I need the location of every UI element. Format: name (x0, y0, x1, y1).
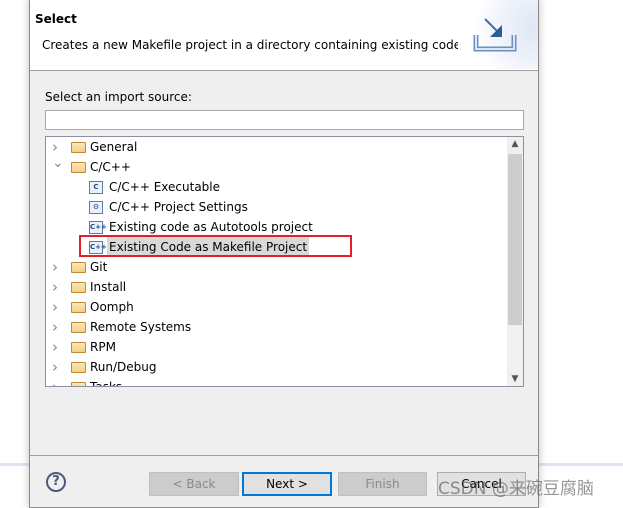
tree-item-label: RPM (90, 340, 116, 354)
tree-item-label: General (90, 140, 138, 154)
page-description: Creates a new Makefile project in a dire… (42, 38, 462, 52)
tree-item-label: C/C++ Executable (109, 180, 221, 194)
source-file-icon: C (89, 181, 103, 194)
folder-icon (71, 302, 86, 313)
import-dialog: Select Creates a new Makefile project in… (29, 0, 539, 508)
dialog-header: Select Creates a new Makefile project in… (30, 0, 538, 71)
tree-item-label: C/C++ (90, 160, 131, 174)
folder-icon (71, 262, 86, 273)
folder-icon (71, 142, 86, 153)
next-button[interactable]: Next > (242, 472, 332, 496)
import-source-tree[interactable]: › Tasks › Run/Debug › RPM › Remote Systems › Oomp… (45, 136, 524, 387)
folder-icon (71, 282, 86, 293)
tree-item-label: Existing code as Autotools project (109, 220, 313, 234)
chevron-right-icon[interactable]: › (52, 257, 62, 277)
chevron-right-icon[interactable]: › (52, 377, 62, 386)
tree-item-label: Remote Systems (90, 320, 192, 334)
import-wizard-icon (458, 0, 538, 69)
chevron-right-icon[interactable]: › (52, 277, 62, 297)
page-title: Select (35, 12, 77, 26)
folder-icon (71, 342, 86, 353)
footer-divider (30, 455, 538, 456)
source-file-icon: C++ (89, 221, 107, 234)
highlight-box (79, 235, 352, 257)
help-icon[interactable]: ? (46, 472, 66, 492)
settings-icon: ⚙ (89, 201, 103, 214)
back-button[interactable]: < Back (149, 472, 239, 496)
tree-item-label: Tasks (90, 380, 123, 387)
filter-input[interactable] (45, 110, 524, 130)
folder-icon (71, 382, 86, 386)
watermark: CSDN @来碗豆腐脑 (438, 479, 594, 499)
tree-item-label: Run/Debug (90, 360, 157, 374)
chevron-right-icon[interactable]: › (52, 317, 62, 337)
folder-icon (71, 162, 86, 173)
chevron-right-icon[interactable]: › (52, 297, 62, 317)
tree-item-label: Git (90, 260, 108, 274)
chevron-right-icon[interactable]: › (52, 337, 62, 357)
scroll-up-arrow[interactable]: ▲ (507, 139, 523, 149)
tree-item-label: Oomph (90, 300, 134, 314)
tree-item-label: Install (90, 280, 127, 294)
chevron-right-icon[interactable]: › (52, 137, 62, 157)
scroll-down-arrow[interactable]: ▼ (507, 374, 523, 384)
vertical-scrollbar[interactable]: ▲ ▼ (507, 137, 523, 386)
folder-icon (71, 362, 86, 373)
folder-icon (71, 322, 86, 333)
tree-item-label: C/C++ Project Settings (109, 200, 248, 214)
chevron-right-icon[interactable]: › (52, 357, 62, 377)
scrollbar-thumb[interactable] (508, 154, 522, 325)
import-source-label: Select an import source: (45, 90, 192, 104)
finish-button[interactable]: Finish (338, 472, 427, 496)
